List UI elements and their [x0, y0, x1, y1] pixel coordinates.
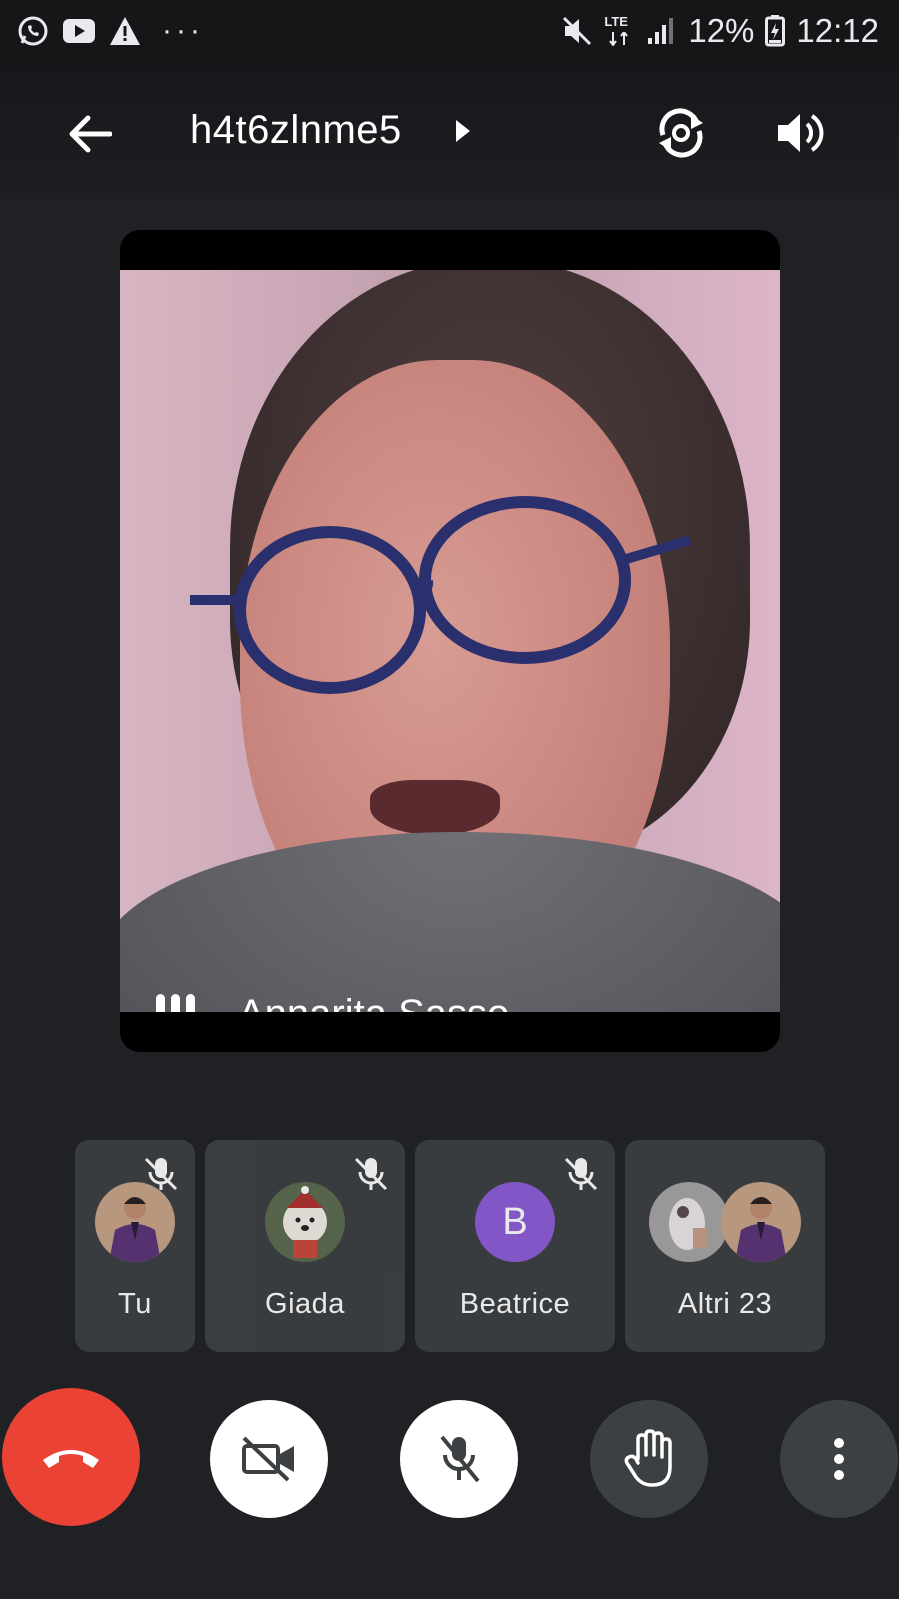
warning-icon [108, 14, 142, 48]
participant-tile-giada[interactable]: Giada [205, 1140, 405, 1352]
avatar [649, 1182, 729, 1262]
participant-tile-self[interactable]: Tu [75, 1140, 195, 1352]
switch-camera-button[interactable] [650, 102, 712, 164]
raise-hand-button[interactable] [590, 1400, 708, 1518]
speaker-video: Annarita Sasso [120, 270, 780, 1012]
participant-name: Altri 23 [677, 1288, 773, 1320]
mic-toggle-button[interactable] [400, 1400, 518, 1518]
arrow-left-icon [69, 115, 112, 153]
speaking-indicator-icon [156, 992, 195, 1012]
mute-icon [560, 14, 594, 48]
camera-toggle-button[interactable] [210, 1400, 328, 1518]
status-bar: ··· LTE 12% 12:12 [0, 0, 899, 64]
call-controls [0, 1388, 899, 1528]
participant-name: Giada [265, 1288, 345, 1320]
end-call-button[interactable] [2, 1388, 140, 1526]
participant-tile-others[interactable]: Altri 23 [625, 1140, 825, 1352]
main-speaker-tile[interactable]: Annarita Sasso [120, 230, 780, 1052]
camera-off-icon [242, 1436, 294, 1482]
call-header: h4t6zlnme5 [0, 64, 899, 200]
avatar [265, 1182, 345, 1262]
more-options-button[interactable] [780, 1400, 898, 1518]
back-button[interactable] [62, 106, 118, 162]
hand-icon [624, 1429, 672, 1487]
audio-output-button[interactable] [770, 102, 832, 164]
participant-name: Tu [118, 1288, 152, 1320]
speaker-name: Annarita Sasso [238, 992, 509, 1012]
avatar-initial: B [475, 1182, 555, 1262]
caret-right-icon[interactable] [452, 116, 476, 146]
battery-icon [764, 14, 786, 48]
speaker-volume-icon [778, 114, 824, 152]
avatar [95, 1182, 175, 1262]
more-vert-icon [834, 1438, 844, 1480]
signal-icon [644, 14, 678, 48]
youtube-icon [62, 14, 96, 48]
switch-camera-icon [659, 108, 703, 158]
battery-percent: 12% [688, 12, 755, 49]
hang-up-icon [43, 1450, 99, 1468]
avatar [721, 1182, 801, 1262]
more-notifications-icon: ··· [162, 14, 204, 47]
participant-tile-beatrice[interactable]: B Beatrice [415, 1140, 615, 1352]
participants-strip: Tu Giada B Beatrice Altri 23 [0, 1140, 899, 1352]
meeting-code[interactable]: h4t6zlnme5 [190, 108, 402, 153]
mic-off-icon [564, 1157, 598, 1191]
mic-off-icon [354, 1157, 388, 1191]
whatsapp-icon [16, 14, 50, 48]
clock: 12:12 [796, 12, 879, 49]
network-type: LTE [604, 14, 634, 48]
mic-off-icon [440, 1435, 480, 1483]
participant-name: Beatrice [459, 1288, 571, 1320]
